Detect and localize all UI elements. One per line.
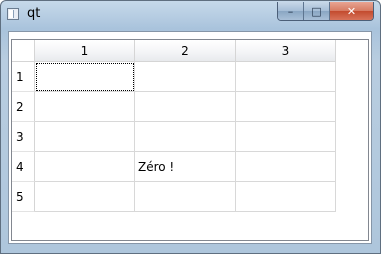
cell-r1-c2[interactable] xyxy=(135,62,236,92)
row-header-2[interactable]: 2 xyxy=(12,92,35,122)
title-bar[interactable]: qt – □ ✕ xyxy=(1,1,380,29)
cell-r5-c3[interactable] xyxy=(236,182,336,212)
column-header-1[interactable]: 1 xyxy=(35,40,135,62)
cell-r1-c3[interactable] xyxy=(236,62,336,92)
cell-r4-c1[interactable] xyxy=(35,152,135,182)
window-title: qt xyxy=(27,6,41,21)
close-icon: ✕ xyxy=(346,4,357,18)
minimize-button[interactable]: – xyxy=(278,2,304,20)
cell-r3-c3[interactable] xyxy=(236,122,336,152)
maximize-icon: □ xyxy=(311,4,322,18)
minimize-icon: – xyxy=(287,4,294,18)
cell-r4-c2[interactable]: Zéro ! xyxy=(135,152,236,182)
row-header-5[interactable]: 5 xyxy=(12,182,35,212)
cell-r5-c2[interactable] xyxy=(135,182,236,212)
cell-r2-c2[interactable] xyxy=(135,92,236,122)
cell-r4-c3[interactable] xyxy=(236,152,336,182)
row-header-3[interactable]: 3 xyxy=(12,122,35,152)
cell-r2-c3[interactable] xyxy=(236,92,336,122)
cell-r5-c1[interactable] xyxy=(35,182,135,212)
caption-buttons: – □ ✕ xyxy=(277,2,374,21)
cell-r2-c1[interactable] xyxy=(35,92,135,122)
maximize-button[interactable]: □ xyxy=(304,2,330,20)
table-corner-button[interactable] xyxy=(12,40,35,62)
cell-r3-c2[interactable] xyxy=(135,122,236,152)
row-header-1[interactable]: 1 xyxy=(12,62,35,92)
row-header-4[interactable]: 4 xyxy=(12,152,35,182)
cell-r3-c1[interactable] xyxy=(35,122,135,152)
cell-r1-c1[interactable] xyxy=(35,62,135,92)
column-header-2[interactable]: 2 xyxy=(135,40,236,62)
main-window: qt – □ ✕ 1 2 3 1 2 3 4 5 Zéro ! xyxy=(0,0,381,254)
table-widget[interactable]: 1 2 3 1 2 3 4 5 Zéro ! xyxy=(11,39,369,241)
client-area: 1 2 3 1 2 3 4 5 Zéro ! xyxy=(8,31,372,244)
app-window-icon[interactable] xyxy=(7,8,19,20)
close-button[interactable]: ✕ xyxy=(330,2,373,20)
column-header-3[interactable]: 3 xyxy=(236,40,336,62)
